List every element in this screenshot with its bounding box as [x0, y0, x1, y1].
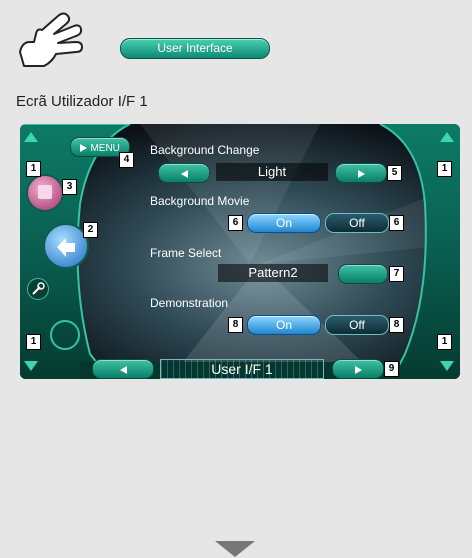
callout-3: 3	[62, 179, 77, 195]
callout-1: 1	[437, 161, 452, 177]
background-change-label: Background Change	[150, 143, 260, 157]
callout-1: 1	[26, 334, 41, 350]
callout-9: 9	[384, 361, 399, 377]
return-icon	[57, 238, 75, 257]
hand-icon	[19, 12, 83, 67]
right-arrow-icon	[354, 365, 362, 374]
down-arrow-icon	[215, 541, 255, 557]
frame-select-value: Pattern2	[218, 264, 328, 282]
circle-decoration	[50, 320, 80, 350]
background-movie-label: Background Movie	[150, 194, 250, 208]
right-arrow-icon	[357, 169, 365, 178]
demonstration-on-button[interactable]: On	[247, 315, 321, 335]
play-icon	[80, 143, 88, 152]
demonstration-off-button[interactable]: Off	[325, 315, 389, 335]
prev-screen-button[interactable]	[92, 359, 154, 379]
arrow-down-icon-right[interactable]	[440, 361, 454, 371]
frame-select-button[interactable]	[338, 264, 388, 284]
background-next-button[interactable]	[335, 163, 387, 183]
callout-4: 4	[119, 152, 134, 168]
footer-title: User I/F 1	[211, 361, 273, 377]
callout-5: 5	[387, 165, 402, 181]
arrow-up-icon-left[interactable]	[24, 132, 38, 142]
callout-6: 6	[389, 215, 404, 231]
callout-1: 1	[437, 334, 452, 350]
user-interface-pill: User Interface	[120, 38, 270, 59]
callout-2: 2	[83, 222, 98, 238]
arrow-down-icon-left[interactable]	[24, 361, 38, 371]
background-value: Light	[216, 163, 328, 181]
arrow-up-icon-right[interactable]	[440, 132, 454, 142]
footer-title-box: User I/F 1	[160, 359, 324, 379]
callout-7: 7	[389, 266, 404, 282]
callout-6: 6	[228, 215, 243, 231]
wrench-icon	[32, 282, 45, 295]
frame-select-label: Frame Select	[150, 246, 222, 260]
background-movie-on-button[interactable]: On	[247, 213, 321, 233]
demonstration-label: Demonstration	[150, 296, 229, 310]
callout-1: 1	[26, 161, 41, 177]
left-arrow-icon	[180, 169, 188, 178]
background-prev-button[interactable]	[158, 163, 210, 183]
section-title: Ecrã Utilizador I/F 1	[16, 93, 148, 110]
screen: MENU Background Change Light Background …	[20, 124, 460, 379]
callout-8: 8	[389, 317, 404, 333]
background-movie-off-button[interactable]: Off	[325, 213, 389, 233]
source-icon	[38, 185, 52, 199]
left-arrow-icon	[119, 365, 127, 374]
settings-button[interactable]	[27, 278, 49, 300]
callout-8: 8	[228, 317, 243, 333]
source-button[interactable]	[26, 174, 64, 212]
next-screen-button[interactable]	[332, 359, 384, 379]
